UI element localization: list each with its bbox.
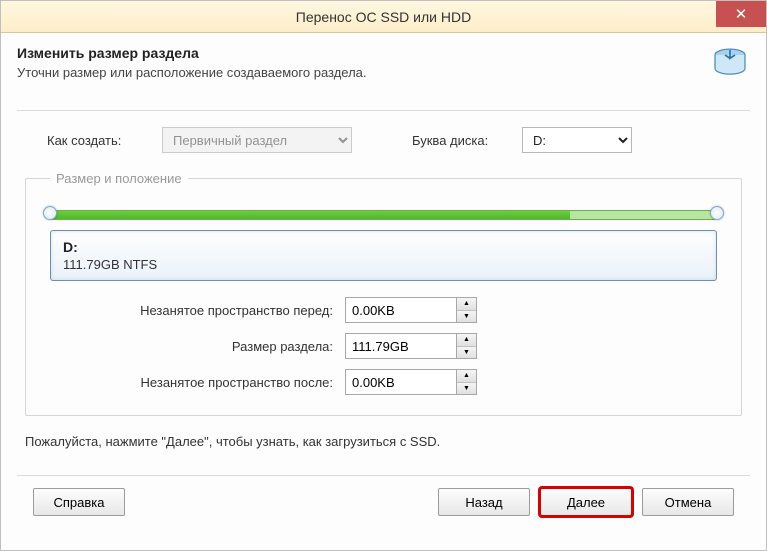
- titlebar: Перенос ОС SSD или HDD ✕: [1, 1, 766, 33]
- close-icon: ✕: [735, 5, 748, 23]
- content-area: Изменить размер раздела Уточни размер ил…: [1, 33, 766, 526]
- space-before-label: Незанятое пространство перед:: [80, 303, 345, 318]
- down-icon[interactable]: ▼: [457, 311, 476, 323]
- partition-icon: [710, 45, 750, 90]
- header-text: Изменить размер раздела Уточни размер ил…: [17, 45, 367, 80]
- footer: Справка Назад Далее Отмена: [17, 488, 750, 516]
- space-after-label: Незанятое пространство после:: [80, 375, 345, 390]
- wizard-window: Перенос ОС SSD или HDD ✕ Изменить размер…: [0, 0, 767, 551]
- slider-fill: [51, 211, 570, 219]
- space-before-spinner[interactable]: ▲▼: [345, 297, 485, 323]
- down-icon[interactable]: ▼: [457, 347, 476, 359]
- page-subtitle: Уточни размер или расположение создаваем…: [17, 65, 367, 80]
- size-grid: Незанятое пространство перед: ▲▼ Размер …: [80, 297, 717, 395]
- partition-size-input[interactable]: [345, 333, 457, 359]
- down-icon[interactable]: ▼: [457, 383, 476, 395]
- create-row: Как создать: Первичный раздел Буква диск…: [17, 127, 750, 153]
- up-icon[interactable]: ▲: [457, 298, 476, 311]
- partition-box[interactable]: D: 111.79GB NTFS: [50, 230, 717, 281]
- hint-text: Пожалуйста, нажмите "Далее", чтобы узнат…: [25, 434, 742, 449]
- window-title: Перенос ОС SSD или HDD: [296, 9, 471, 25]
- back-button[interactable]: Назад: [438, 488, 530, 516]
- create-type-select[interactable]: Первичный раздел: [162, 127, 352, 153]
- slider-track: [50, 210, 717, 220]
- next-button[interactable]: Далее: [540, 488, 632, 516]
- close-button[interactable]: ✕: [716, 1, 766, 27]
- create-label: Как создать:: [47, 133, 162, 148]
- space-after-input[interactable]: [345, 369, 457, 395]
- group-legend: Размер и положение: [50, 171, 188, 186]
- slider-handle-left[interactable]: [43, 206, 57, 220]
- page-header: Изменить размер раздела Уточни размер ил…: [17, 45, 750, 90]
- footer-divider: [17, 475, 750, 476]
- space-after-spinner[interactable]: ▲▼: [345, 369, 485, 395]
- divider: [17, 110, 750, 111]
- partition-info: 111.79GB NTFS: [63, 257, 704, 272]
- cancel-button[interactable]: Отмена: [642, 488, 734, 516]
- space-before-input[interactable]: [345, 297, 457, 323]
- drive-letter-select[interactable]: D:: [522, 127, 632, 153]
- up-icon[interactable]: ▲: [457, 370, 476, 383]
- partition-slider[interactable]: [50, 208, 717, 220]
- page-title: Изменить размер раздела: [17, 45, 367, 61]
- partition-size-spinner[interactable]: ▲▼: [345, 333, 485, 359]
- help-button[interactable]: Справка: [33, 488, 125, 516]
- size-position-group: Размер и положение D: 111.79GB NTFS Неза…: [25, 171, 742, 416]
- partition-size-label: Размер раздела:: [80, 339, 345, 354]
- partition-name: D:: [63, 239, 704, 255]
- drive-letter-label: Буква диска:: [412, 133, 522, 148]
- slider-handle-right[interactable]: [710, 206, 724, 220]
- up-icon[interactable]: ▲: [457, 334, 476, 347]
- footer-right: Назад Далее Отмена: [438, 488, 734, 516]
